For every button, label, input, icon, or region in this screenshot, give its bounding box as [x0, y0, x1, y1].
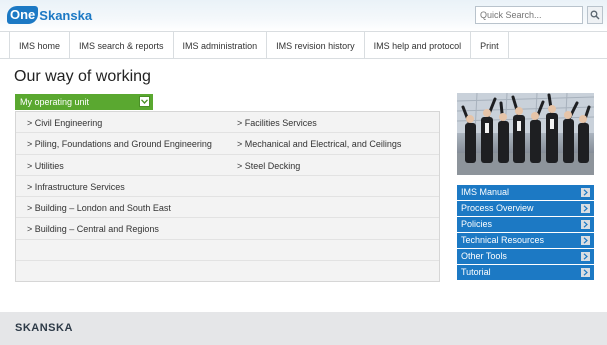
nav-label: Print [480, 40, 499, 51]
nav-label: IMS home [19, 40, 61, 51]
unit-row: > Infrastructure Services [16, 176, 439, 198]
operating-unit-dropdown[interactable]: My operating unit [15, 94, 153, 110]
nav-label: IMS administration [182, 40, 258, 51]
operating-unit-panel: > Civil Engineering > Facilities Service… [15, 111, 440, 282]
page-title: Our way of working [14, 68, 151, 85]
side-menu-ims-manual[interactable]: IMS Manual [457, 185, 594, 201]
chevron-right-icon [581, 220, 590, 229]
nav-ims-search-reports[interactable]: IMS search & reports [70, 32, 174, 59]
side-menu-label: Policies [461, 219, 493, 229]
unit-link[interactable]: > Steel Decking [237, 161, 300, 171]
unit-link[interactable]: > Utilities [27, 161, 64, 171]
unit-link[interactable]: > Civil Engineering [27, 118, 102, 128]
nav-print[interactable]: Print [471, 32, 509, 59]
search-button[interactable] [587, 6, 603, 24]
nav-ims-home[interactable]: IMS home [9, 32, 71, 59]
chevron-right-icon [581, 188, 590, 197]
unit-link[interactable]: > Mechanical and Electrical, and Ceiling… [237, 139, 401, 149]
unit-link[interactable]: > Infrastructure Services [27, 182, 125, 192]
oneskanska-logo[interactable]: One Skanska [7, 5, 92, 25]
chevron-right-icon [581, 268, 590, 277]
unit-row: > Piling, Foundations and Ground Enginee… [16, 133, 439, 155]
side-menu-tutorial[interactable]: Tutorial [457, 265, 594, 281]
nav-label: IMS revision history [276, 40, 355, 51]
chevron-right-icon [581, 236, 590, 245]
side-menu-policies[interactable]: Policies [457, 217, 594, 233]
side-menu-other-tools[interactable]: Other Tools [457, 249, 594, 265]
operating-unit-label: My operating unit [20, 97, 90, 107]
side-menu: IMS Manual Process Overview Policies Tec… [457, 185, 594, 281]
unit-row: > Building – Central and Regions [16, 218, 439, 240]
logo-skanska-text: Skanska [39, 7, 93, 23]
unit-link[interactable]: > Building – Central and Regions [27, 224, 159, 234]
chevron-down-icon[interactable] [139, 96, 150, 107]
side-menu-technical-resources[interactable]: Technical Resources [457, 233, 594, 249]
unit-row: > Building – London and South East [16, 197, 439, 219]
side-menu-label: Process Overview [461, 203, 534, 213]
unit-link[interactable]: > Piling, Foundations and Ground Enginee… [27, 139, 212, 149]
chevron-right-icon [581, 204, 590, 213]
nav-ims-revision-history[interactable]: IMS revision history [267, 32, 365, 59]
skanska-logo[interactable]: SKANSKA [15, 322, 73, 334]
nav-label: IMS search & reports [79, 40, 164, 51]
site-footer: SKANSKA [0, 312, 607, 345]
unit-row: > Utilities > Steel Decking [16, 155, 439, 176]
side-menu-process-overview[interactable]: Process Overview [457, 201, 594, 217]
unit-row: > Civil Engineering > Facilities Service… [16, 112, 439, 134]
quick-search-input[interactable] [475, 6, 583, 24]
chevron-right-icon [581, 252, 590, 261]
unit-link[interactable]: > Facilities Services [237, 118, 317, 128]
side-menu-label: Technical Resources [461, 235, 545, 245]
nav-ims-help-protocol[interactable]: IMS help and protocol [365, 32, 472, 59]
main-nav: IMS home IMS search & reports IMS admini… [0, 31, 607, 59]
side-menu-label: Tutorial [461, 267, 491, 277]
nav-label: IMS help and protocol [373, 40, 462, 51]
unit-row [16, 240, 439, 262]
site-header: One Skanska [0, 0, 607, 31]
team-celebration-photo [457, 93, 594, 175]
logo-one-text: One [7, 6, 39, 24]
unit-link[interactable]: > Building – London and South East [27, 203, 171, 213]
nav-ims-administration[interactable]: IMS administration [174, 32, 268, 59]
side-menu-label: IMS Manual [461, 187, 510, 197]
search-icon [590, 10, 600, 20]
side-menu-label: Other Tools [461, 251, 507, 261]
